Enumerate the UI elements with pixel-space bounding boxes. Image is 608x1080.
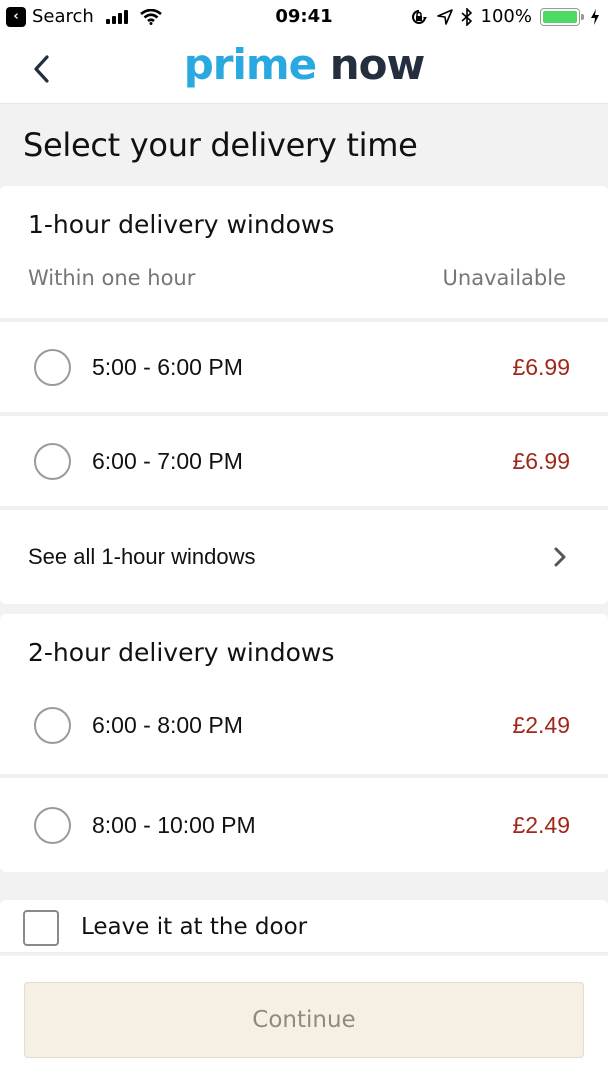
divider bbox=[0, 506, 608, 510]
battery-percent: 100% bbox=[480, 6, 532, 27]
location-icon bbox=[436, 8, 453, 25]
slot-time: 6:00 - 7:00 PM bbox=[92, 447, 243, 474]
status-bar: ‹ Search 09:41 100% bbox=[0, 0, 608, 36]
one-hour-title: 1-hour delivery windows bbox=[28, 210, 335, 239]
continue-button[interactable]: Continue bbox=[24, 982, 584, 1058]
bluetooth-icon bbox=[460, 7, 472, 26]
divider bbox=[0, 774, 608, 778]
slot-row[interactable]: 5:00 - 6:00 PM £6.99 bbox=[0, 322, 608, 412]
radio-button[interactable] bbox=[34, 442, 71, 480]
title-band: Select your delivery time bbox=[0, 104, 608, 186]
status-right: 100% bbox=[409, 6, 600, 27]
radio-button[interactable] bbox=[34, 806, 71, 844]
slot-time: 8:00 - 10:00 PM bbox=[92, 811, 256, 838]
slot-price: £2.49 bbox=[512, 811, 570, 838]
leave-at-door-label[interactable]: Leave it at the door bbox=[81, 914, 307, 940]
radio-button[interactable] bbox=[34, 706, 71, 744]
slot-time: 5:00 - 6:00 PM bbox=[92, 353, 243, 380]
see-all-one-hour-link[interactable]: See all 1-hour windows bbox=[0, 512, 608, 602]
slot-row[interactable]: 8:00 - 10:00 PM £2.49 bbox=[0, 780, 608, 870]
slot-row[interactable]: 6:00 - 8:00 PM £2.49 bbox=[0, 680, 608, 770]
page-title: Select your delivery time bbox=[23, 126, 418, 164]
within-one-hour-row: Within one hour Unavailable bbox=[28, 266, 566, 290]
one-hour-card: 1-hour delivery windows Within one hour … bbox=[0, 186, 608, 604]
slot-price: £6.99 bbox=[512, 447, 570, 474]
leave-at-door-row[interactable]: Leave it at the door bbox=[0, 900, 608, 954]
logo-now: now bbox=[329, 40, 426, 89]
battery-fill bbox=[543, 10, 577, 23]
see-all-label: See all 1-hour windows bbox=[28, 544, 256, 569]
within-status: Unavailable bbox=[442, 266, 566, 290]
two-hour-title: 2-hour delivery windows bbox=[28, 638, 335, 667]
rotation-lock-icon bbox=[411, 9, 427, 24]
leave-at-door-checkbox[interactable] bbox=[23, 910, 59, 946]
battery-icon bbox=[540, 7, 584, 26]
logo-prime: prime bbox=[183, 40, 317, 89]
slot-time: 6:00 - 8:00 PM bbox=[92, 711, 243, 738]
radio-button[interactable] bbox=[34, 348, 71, 386]
prime-now-logo: prime now bbox=[0, 40, 608, 89]
nav-bar: prime now bbox=[0, 36, 608, 104]
slot-row[interactable]: 6:00 - 7:00 PM £6.99 bbox=[0, 416, 608, 506]
within-label: Within one hour bbox=[28, 266, 196, 290]
footer: Continue bbox=[0, 956, 608, 1080]
slot-price: £2.49 bbox=[512, 711, 570, 738]
slot-price: £6.99 bbox=[512, 353, 570, 380]
chevron-right-icon bbox=[554, 547, 566, 567]
two-hour-card: 2-hour delivery windows 6:00 - 8:00 PM £… bbox=[0, 614, 608, 872]
charging-icon bbox=[591, 8, 599, 25]
